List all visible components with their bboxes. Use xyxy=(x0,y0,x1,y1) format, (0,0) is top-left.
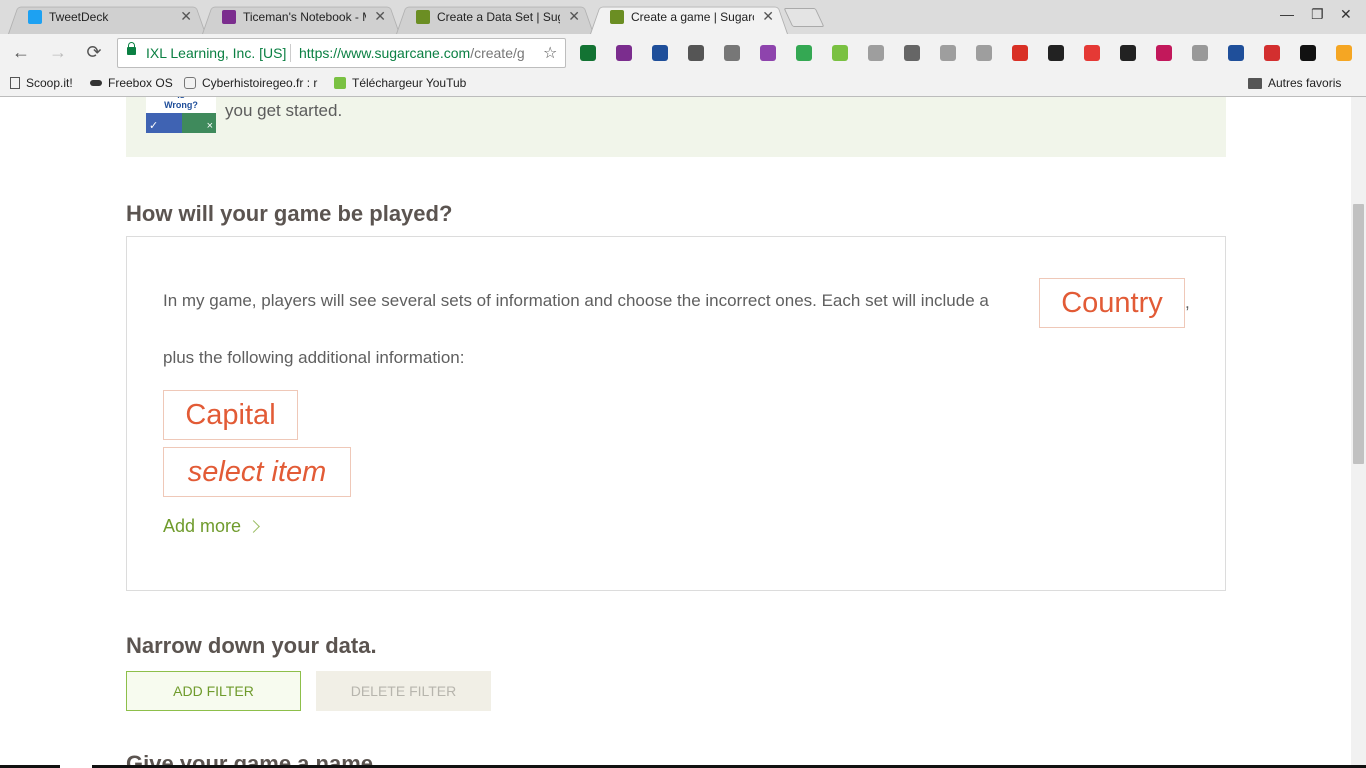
chevron-right-icon xyxy=(247,520,260,533)
game-description: In my game, players will see several set… xyxy=(163,291,989,310)
circle-icon[interactable] xyxy=(832,45,848,61)
bookmark-label: Autres favoris xyxy=(1268,76,1342,90)
comma: , xyxy=(1185,293,1190,312)
opera-icon[interactable] xyxy=(1084,45,1100,61)
tab-title: TweetDeck xyxy=(49,10,109,24)
freebox-icon xyxy=(90,80,102,86)
taskbar-marker xyxy=(60,763,92,768)
bookmark-label: Freebox OS xyxy=(108,76,173,90)
minimize-button[interactable]: — xyxy=(1280,6,1294,22)
extra-field-select[interactable]: select item xyxy=(163,447,351,497)
page-scrollbar[interactable] xyxy=(1351,97,1366,768)
stack-icon[interactable] xyxy=(940,45,956,61)
lock-icon xyxy=(127,42,136,55)
security-label: IXL Learning, Inc. [US] xyxy=(146,45,287,61)
onenote-icon[interactable] xyxy=(616,45,632,61)
add-filter-button[interactable]: ADD FILTER xyxy=(126,671,301,711)
delete-filter-button[interactable]: DELETE FILTER xyxy=(316,671,491,711)
main-field-select[interactable]: Country xyxy=(1039,278,1185,328)
orange-icon[interactable] xyxy=(1336,45,1352,61)
check-icon: ✓ xyxy=(149,120,159,132)
video-icon[interactable] xyxy=(1264,45,1280,61)
close-icon[interactable]: ✕ xyxy=(180,8,192,24)
broadcast-icon[interactable] xyxy=(1012,45,1028,61)
section-heading-filter: Narrow down your data. xyxy=(126,633,377,658)
extra-field-select[interactable]: Capital xyxy=(163,390,298,440)
k-icon[interactable] xyxy=(652,45,668,61)
bookmark-label: Scoop.it! xyxy=(26,76,73,90)
page-icon xyxy=(10,77,20,89)
qr-icon-2[interactable] xyxy=(1120,45,1136,61)
page-content: Is Wrong? ✓ × you get started. How will … xyxy=(0,97,1366,768)
owl-icon xyxy=(184,77,196,89)
address-bar[interactable]: IXL Learning, Inc. [US] https://www.suga… xyxy=(117,38,566,68)
url-host: https://www.sugarcane.com xyxy=(299,45,471,61)
tab-title: Create a Data Set | Suga xyxy=(437,10,560,24)
extension-icon-1[interactable] xyxy=(580,45,596,61)
bookmark-label: Cyberhistoiregeo.fr : r xyxy=(202,76,318,90)
logo-text: Is Wrong? xyxy=(164,97,198,110)
bookmark-label: Téléchargeur YouTub xyxy=(352,76,467,90)
tab-create-game[interactable]: Create a game | Sugarc ✕ xyxy=(590,3,788,34)
rss-icon[interactable] xyxy=(976,45,992,61)
printer-icon[interactable] xyxy=(796,45,812,61)
window-close-button[interactable]: ✕ xyxy=(1340,6,1352,23)
twitter-icon xyxy=(28,10,42,24)
close-icon[interactable]: ✕ xyxy=(374,8,386,24)
additional-info-label: plus the following additional informatio… xyxy=(163,348,465,367)
new-tab-button[interactable] xyxy=(783,8,825,27)
tab-tweetdeck[interactable]: TweetDeck ✕ xyxy=(8,3,206,34)
tab-onenote[interactable]: Ticeman's Notebook - M ✕ xyxy=(202,3,400,34)
camera-icon[interactable] xyxy=(724,45,740,61)
url-path: /create/g xyxy=(470,45,525,61)
bookmark-other-folder[interactable]: Autres favoris xyxy=(1248,76,1341,90)
bookmark-youtube-downloader[interactable]: Téléchargeur YouTub xyxy=(334,76,466,90)
bookmark-cyberhistoiregeo[interactable]: Cyberhistoiregeo.fr : r xyxy=(184,76,317,90)
bookmarks-bar: Scoop.it! Freebox OS Cyberhistoiregeo.fr… xyxy=(0,72,1366,97)
book-icon[interactable] xyxy=(1228,45,1244,61)
record-icon[interactable] xyxy=(1156,45,1172,61)
close-icon[interactable]: ✕ xyxy=(762,8,774,24)
tab-title: Ticeman's Notebook - M xyxy=(243,10,366,24)
info-banner: Is Wrong? ✓ × you get started. xyxy=(126,97,1226,157)
feather-icon[interactable] xyxy=(760,45,776,61)
bookmark-freebox[interactable]: Freebox OS xyxy=(90,76,173,90)
sugarcane-icon xyxy=(610,10,624,24)
close-icon[interactable]: ✕ xyxy=(568,8,580,24)
star-icon[interactable] xyxy=(1300,45,1316,61)
add-more-label: Add more xyxy=(163,516,242,536)
gif-icon[interactable] xyxy=(868,45,884,61)
download-icon xyxy=(334,77,346,89)
divider xyxy=(290,44,291,62)
tab-create-data-set[interactable]: Create a Data Set | Suga ✕ xyxy=(396,3,594,34)
add-more-link[interactable]: Add more xyxy=(163,516,260,537)
n-icon[interactable] xyxy=(904,45,920,61)
game-logo: Is Wrong? ✓ × xyxy=(146,97,216,133)
scrollbar-thumb[interactable] xyxy=(1353,204,1364,464)
url-text[interactable]: https://www.sugarcane.com/create/g xyxy=(299,45,541,61)
folder-icon xyxy=(1248,78,1262,89)
onenote-icon xyxy=(222,10,236,24)
qr-icon[interactable] xyxy=(1048,45,1064,61)
bookmark-scoopit[interactable]: Scoop.it! xyxy=(10,76,73,90)
back-button[interactable]: ← xyxy=(10,42,32,63)
tab-title: Create a game | Sugarc xyxy=(631,10,754,24)
bookmark-star-icon[interactable]: ☆ xyxy=(543,43,557,63)
forward-button[interactable]: → xyxy=(47,42,69,63)
x-icon: × xyxy=(206,120,213,132)
tab-strip: TweetDeck ✕ Ticeman's Notebook - M ✕ Cre… xyxy=(0,0,1366,34)
section-heading-play: How will your game be played? xyxy=(126,201,453,226)
banner-text: you get started. xyxy=(225,101,343,120)
reload-button[interactable]: ⟳ xyxy=(83,42,105,63)
restore-button[interactable]: ❐ xyxy=(1311,6,1324,23)
ankh-icon[interactable] xyxy=(1192,45,1208,61)
puzzle-icon[interactable] xyxy=(688,45,704,61)
sugarcane-icon xyxy=(416,10,430,24)
game-config-box: In my game, players will see several set… xyxy=(126,236,1226,591)
